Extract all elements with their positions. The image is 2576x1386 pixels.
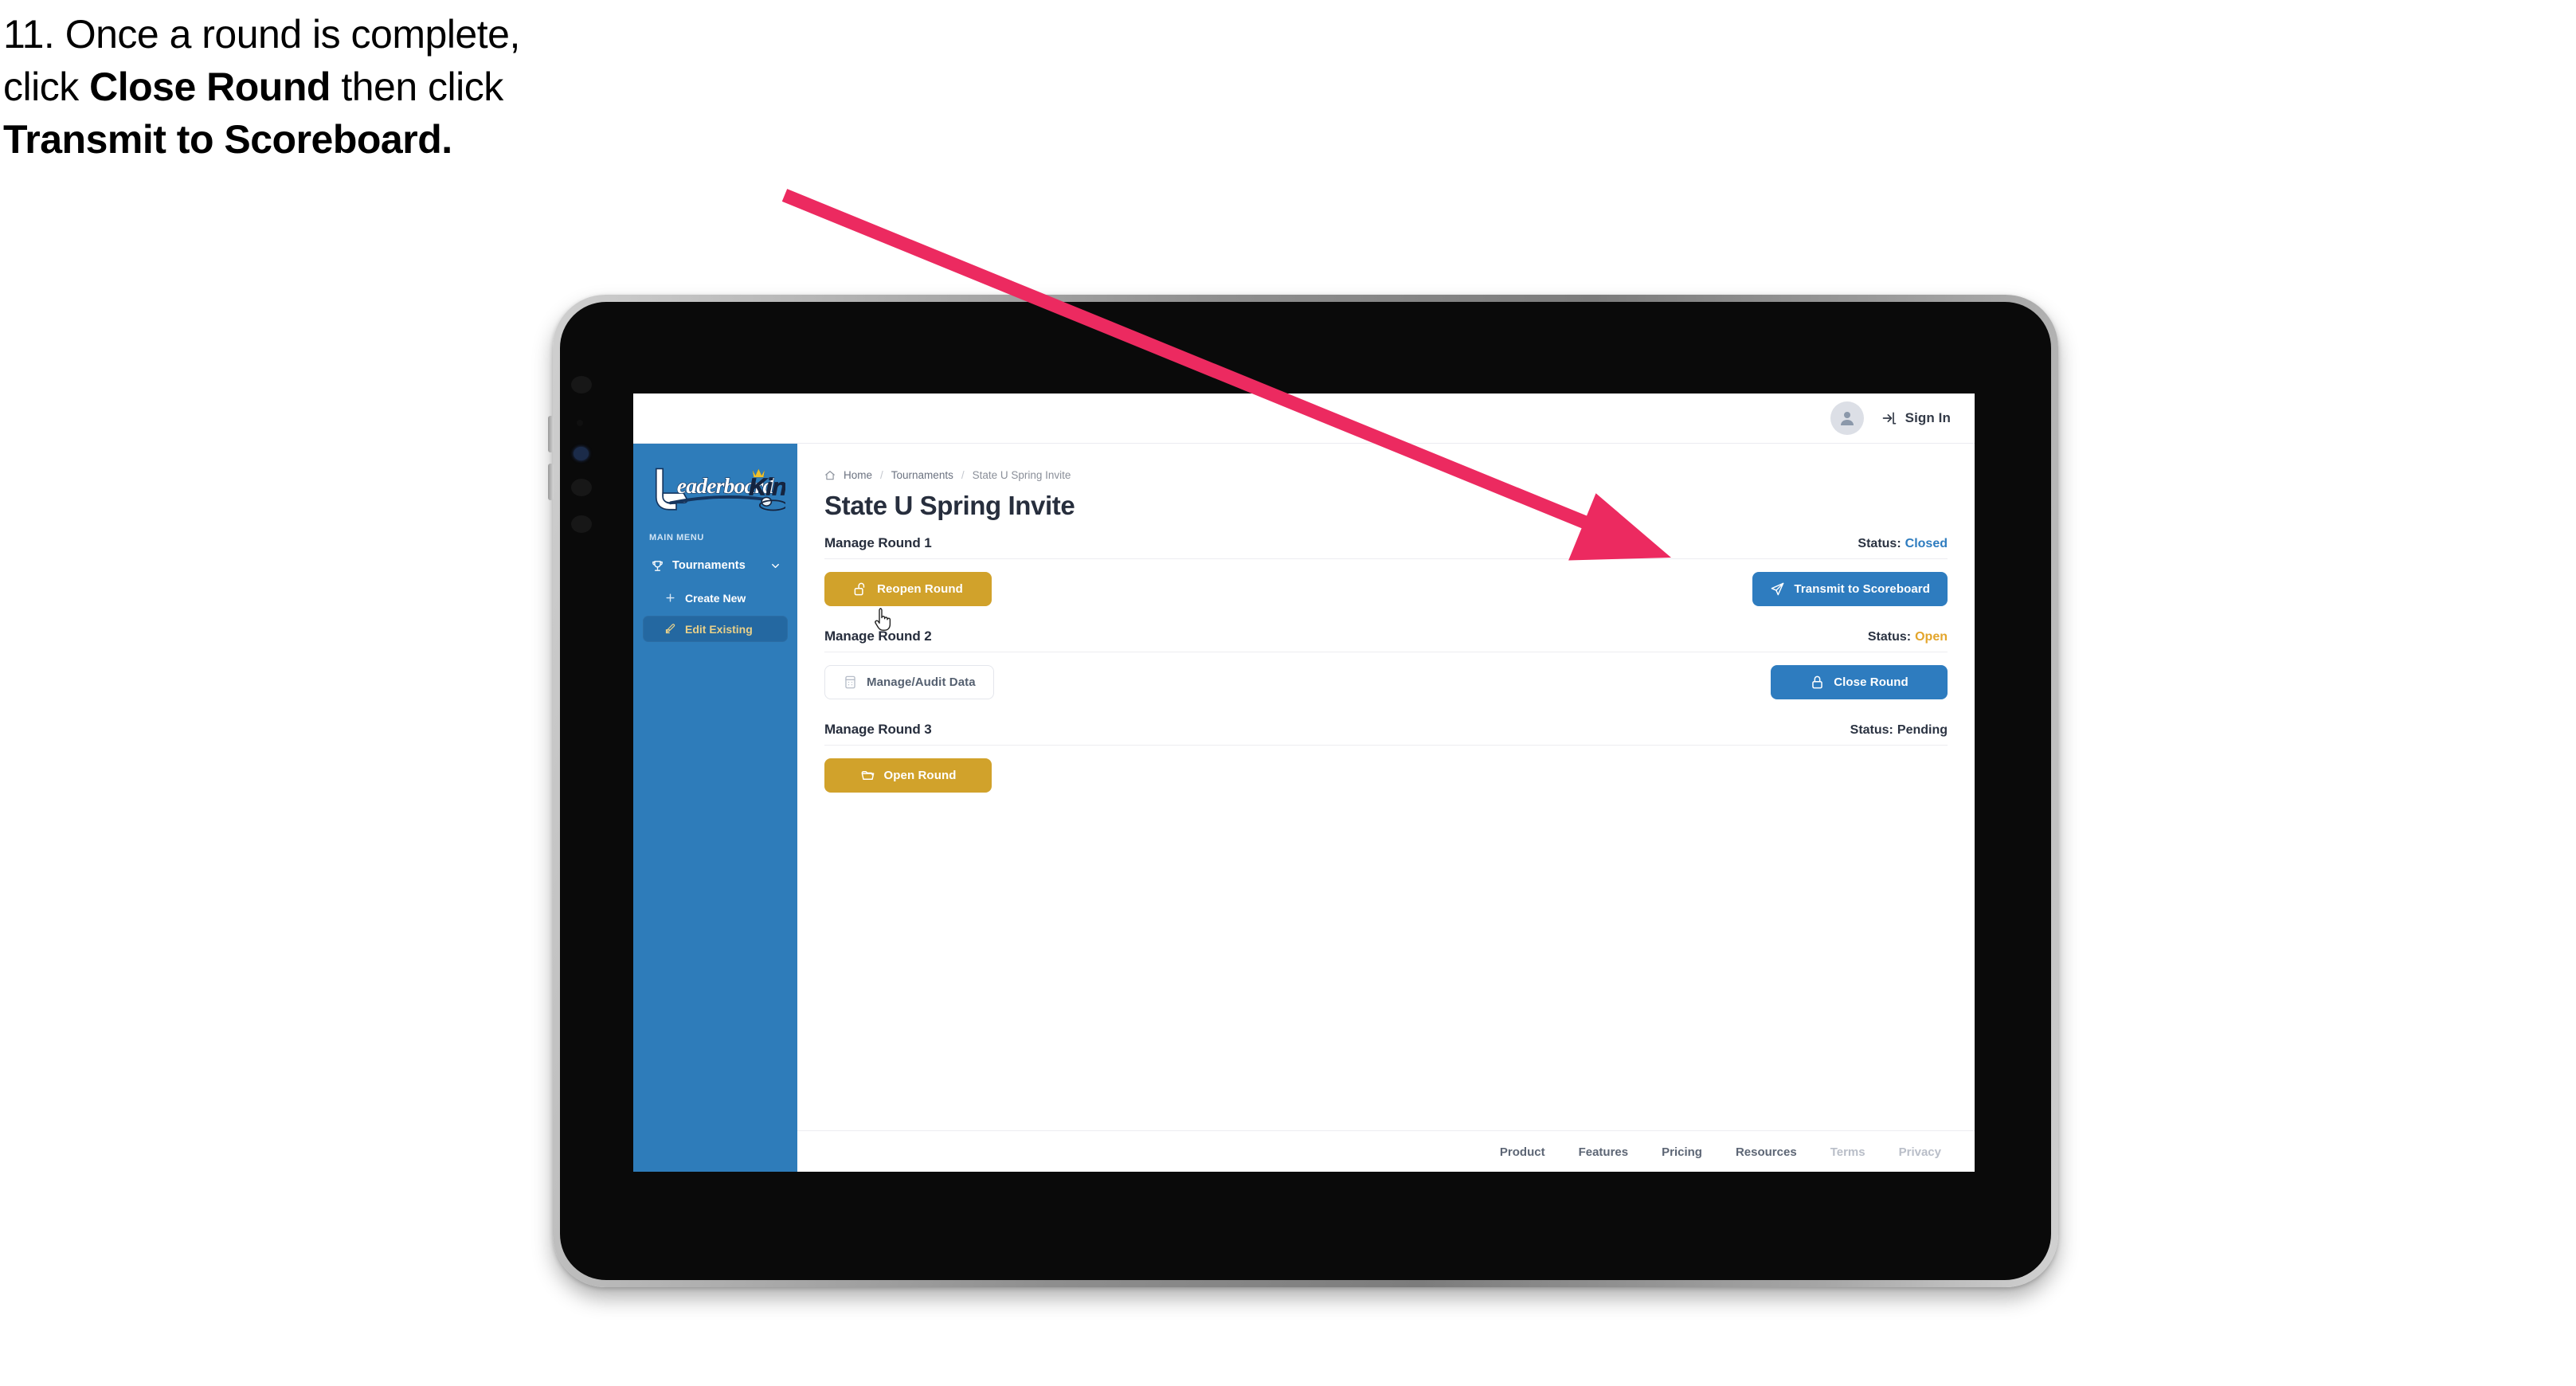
user-avatar-icon[interactable] (1830, 401, 1864, 435)
sidebar-item-edit-existing-label: Edit Existing (685, 622, 753, 636)
status-badge: Status: Closed (1858, 537, 1948, 551)
sidebar-item-create-new-label: Create New (685, 591, 746, 605)
breadcrumb-item-home[interactable]: Home (844, 469, 872, 481)
page-title: State U Spring Invite (824, 491, 1075, 520)
caption-line-3: Transmit to Scoreboard. (3, 119, 848, 159)
status-value: Open (1915, 630, 1948, 644)
footer-link-terms[interactable]: Terms (1830, 1145, 1865, 1159)
round-block-3: Manage Round 3 Status: Pending Open Round (824, 722, 1948, 793)
unlock-icon (854, 582, 865, 596)
main-content: Home / Tournaments / State U Spring Invi… (797, 444, 1975, 1172)
breadcrumb: Home / Tournaments / State U Spring Invi… (824, 469, 1948, 481)
instruction-caption: 11. Once a round is complete, click Clos… (3, 14, 848, 172)
volume-up-button[interactable] (548, 416, 554, 452)
caption-line-2-bold: Close Round (89, 65, 331, 109)
trophy-icon (649, 559, 665, 573)
sign-in-button[interactable]: Sign In (1881, 410, 1951, 426)
sign-in-label: Sign In (1905, 410, 1951, 425)
leaderboard-king-logo[interactable]: eaderboard King (643, 444, 788, 533)
round-name: Manage Round 2 (824, 628, 932, 644)
round-actions: Manage/Audit Data Close Round (824, 665, 1948, 699)
speaker-dot-icon (571, 515, 592, 533)
status-value: Pending (1897, 723, 1948, 737)
table-grid-icon (845, 675, 855, 689)
plus-icon (662, 592, 678, 604)
caption-line-2-prefix: click (3, 65, 90, 109)
sign-in-arrow-icon (1882, 412, 1896, 425)
round-name: Manage Round 3 (824, 722, 932, 737)
caption-line-2-suffix: then click (330, 65, 503, 109)
status-prefix: Status: (1850, 723, 1893, 737)
footer: Product Features Pricing Resources Terms… (797, 1130, 1975, 1172)
breadcrumb-separator: / (961, 469, 965, 481)
round-header: Manage Round 1 Status: Closed (824, 535, 1948, 559)
breadcrumb-item-tournaments[interactable]: Tournaments (891, 469, 953, 481)
status-badge: Status: Pending (1850, 723, 1948, 738)
paper-plane-icon (1771, 582, 1784, 596)
footer-link-features[interactable]: Features (1579, 1145, 1629, 1159)
status-prefix: Status: (1867, 630, 1912, 644)
caption-line-2: click Close Round then click (3, 67, 848, 107)
folder-open-icon (861, 770, 874, 781)
footer-link-privacy[interactable]: Privacy (1899, 1145, 1941, 1159)
breadcrumb-item-current: State U Spring Invite (972, 469, 1071, 481)
sidebar-item-tournaments-label: Tournaments (672, 559, 746, 572)
breadcrumb-separator: / (880, 469, 883, 481)
front-camera-icon (571, 376, 592, 393)
main-inner: Home / Tournaments / State U Spring Invi… (797, 444, 1975, 1130)
footer-link-resources[interactable]: Resources (1736, 1145, 1797, 1159)
round-block-2: Manage Round 2 Status: Open Manage/Audit … (824, 628, 1948, 699)
lock-icon (1812, 675, 1822, 689)
caption-line-3-bold: Transmit to Scoreboard. (3, 117, 452, 162)
open-round-button[interactable]: Open Round (824, 758, 992, 793)
transmit-to-scoreboard-label: Transmit to Scoreboard (1794, 582, 1930, 596)
round-header: Manage Round 3 Status: Pending (824, 722, 1948, 746)
manage-audit-data-label: Manage/Audit Data (867, 675, 976, 689)
sidebar-item-tournaments[interactable]: Tournaments (643, 552, 788, 579)
transmit-to-scoreboard-button[interactable]: Transmit to Scoreboard (1752, 572, 1948, 606)
home-icon[interactable] (824, 470, 836, 481)
app-header: Sign In (633, 393, 1975, 444)
footer-link-pricing[interactable]: Pricing (1662, 1145, 1702, 1159)
status-value: Closed (1905, 537, 1948, 550)
round-header: Manage Round 2 Status: Open (824, 628, 1948, 652)
sensor-dot-icon (577, 420, 583, 426)
volume-down-button[interactable] (548, 464, 554, 500)
sidebar-item-edit-existing[interactable]: Edit Existing (643, 616, 788, 642)
edit-pencil-icon (662, 623, 678, 635)
status-badge: Status: Open (1868, 630, 1948, 644)
round-block-1: Manage Round 1 Status: Closed Reopen Roun… (824, 535, 1948, 606)
microphone-dot-icon (571, 479, 592, 496)
close-round-label: Close Round (1834, 675, 1909, 689)
sidebar: eaderboard King MAIN MENU (633, 444, 797, 1172)
screenshot-canvas: 11. Once a round is complete, click Clos… (0, 0, 2576, 1386)
app-screen: Sign In eaderboard Kin MAIN MENU Tournam… (633, 393, 1975, 1172)
chevron-down-icon[interactable] (769, 560, 781, 572)
round-actions: Reopen Round Transmit to Scoreboard (824, 572, 1948, 606)
app-body: eaderboard King MAIN MENU (633, 444, 1975, 1172)
open-round-label: Open Round (883, 769, 957, 782)
reopen-round-button[interactable]: Reopen Round (824, 572, 992, 606)
manage-audit-data-button[interactable]: Manage/Audit Data (824, 665, 994, 699)
sidebar-item-create-new[interactable]: Create New (654, 585, 788, 611)
footer-link-product[interactable]: Product (1500, 1145, 1545, 1159)
round-actions: Open Round (824, 758, 1948, 793)
caption-line-1: 11. Once a round is complete, (3, 12, 520, 57)
svg-text:King: King (749, 473, 785, 500)
round-name: Manage Round 1 (824, 535, 932, 550)
status-prefix: Status: (1858, 537, 1901, 550)
close-round-button[interactable]: Close Round (1771, 665, 1948, 699)
reopen-round-label: Reopen Round (877, 582, 963, 596)
sidebar-section-label: MAIN MENU (649, 533, 704, 542)
indicator-light-icon (574, 447, 589, 460)
